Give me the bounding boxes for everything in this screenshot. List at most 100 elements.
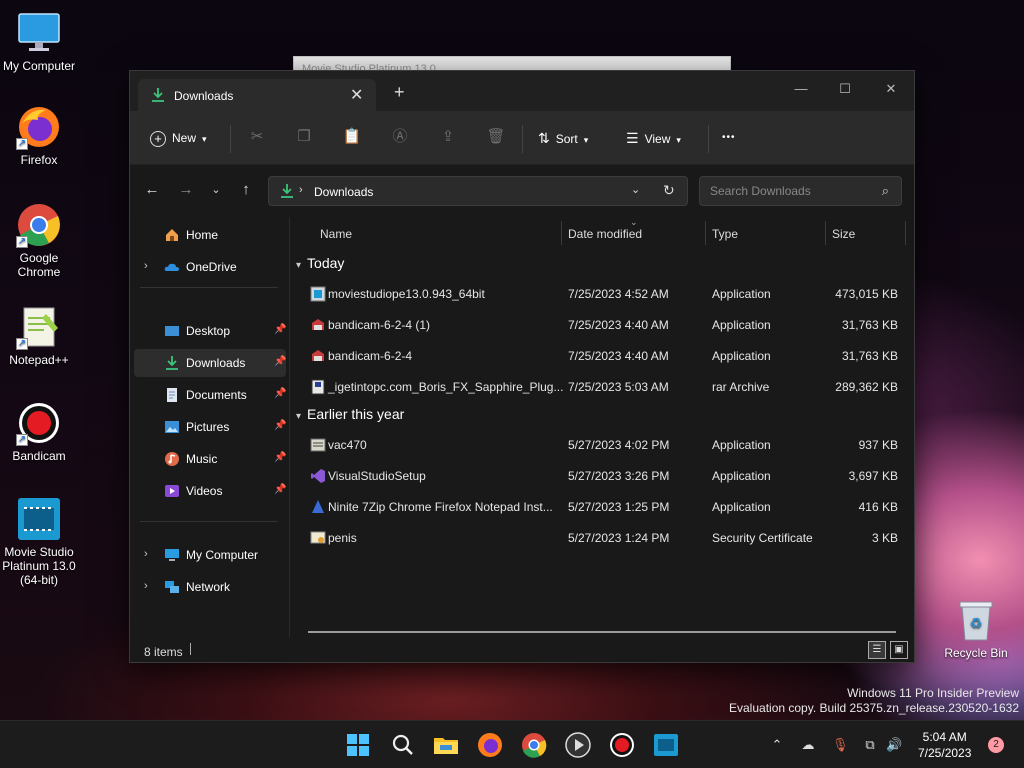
sidebar-item-onedrive[interactable]: › OneDrive — [134, 253, 286, 281]
toolbar-divider — [708, 125, 709, 153]
sidebar-item-home[interactable]: Home — [134, 221, 286, 249]
new-button[interactable]: + New ▾ — [150, 125, 207, 151]
file-row[interactable]: bandicam-6-2-4 7/25/2023 4:40 AM Applica… — [290, 341, 914, 371]
sidebar-item-network[interactable]: › Network — [134, 573, 286, 601]
chevron-right-icon[interactable]: › — [144, 580, 148, 592]
shortcut-arrow-icon: ↗ — [16, 338, 28, 350]
column-divider[interactable] — [825, 221, 826, 245]
desktop-icon-firefox[interactable]: ↗ Firefox — [0, 104, 78, 167]
file-row[interactable]: _igetintopc.com_Boris_FX_Sapphire_Plug..… — [290, 372, 914, 402]
taskbar-movie-studio[interactable] — [652, 731, 680, 759]
search-box[interactable]: Search Downloads ⌕ — [699, 176, 902, 206]
up-arrow-icon[interactable]: ↑ — [236, 180, 256, 200]
sidebar-item-pictures[interactable]: Pictures 📌 — [134, 413, 286, 441]
address-bar[interactable]: › Downloads ⌄ ↻ — [268, 176, 688, 206]
home-icon — [164, 227, 180, 243]
view-list-icon: ☰ — [626, 130, 639, 146]
horizontal-scrollbar[interactable] — [308, 631, 896, 633]
search-button[interactable] — [389, 731, 417, 759]
network-icon[interactable]: ⧉ — [862, 737, 878, 753]
minimize-button[interactable]: — — [786, 78, 816, 100]
recent-locations-chevron-icon[interactable]: ⌄ — [206, 180, 226, 200]
sidebar-item-downloads[interactable]: Downloads 📌 — [134, 349, 286, 377]
status-divider — [190, 643, 191, 655]
taskbar-file-explorer[interactable] — [432, 731, 460, 759]
taskbar-firefox[interactable] — [476, 731, 504, 759]
command-bar: + New ▾ ✂ ❐ 📋 Ⓐ ⇪ 🗑 ⇅ Sort ▾ ☰ View ▾ ••• — [130, 111, 914, 165]
clock[interactable]: 5:04 AM 7/25/2023 — [918, 729, 971, 761]
sidebar-item-music[interactable]: Music 📌 — [134, 445, 286, 473]
taskbar: ⌃ ☁ 🎙 ⧉ 🔊 5:04 AM 7/25/2023 2 — [0, 720, 1024, 768]
chevron-right-icon[interactable]: › — [144, 548, 148, 560]
desktop-icon-my-computer[interactable]: My Computer — [0, 10, 78, 73]
firefox-icon — [478, 733, 502, 757]
delete-icon[interactable]: 🗑 — [485, 126, 507, 148]
title-bar[interactable]: Downloads ✕ + — ☐ ✕ — [130, 71, 914, 111]
desktop-icon-notepadpp[interactable]: ↗ Notepad++ — [0, 304, 78, 367]
column-header-date[interactable]: Date modified — [568, 227, 642, 241]
close-tab-icon[interactable]: ✕ — [350, 85, 363, 105]
close-window-button[interactable]: ✕ — [876, 78, 906, 100]
sidebar-item-documents[interactable]: Documents 📌 — [134, 381, 286, 409]
back-arrow-icon[interactable]: ← — [142, 180, 162, 200]
desktop-icon-chrome[interactable]: ↗ Google Chrome — [0, 202, 78, 279]
sidebar-item-desktop[interactable]: Desktop 📌 — [134, 317, 286, 345]
group-header-earlier[interactable]: ▾ Earlier this year — [296, 406, 404, 422]
sidebar-item-my-computer[interactable]: › My Computer — [134, 541, 286, 569]
sort-button[interactable]: ⇅ Sort ▾ — [538, 125, 588, 151]
file-row[interactable]: bandicam-6-2-4 (1) 7/25/2023 4:40 AM App… — [290, 310, 914, 340]
desktop-icon-label: Movie Studio Platinum 13.0 (64-bit) — [2, 545, 76, 587]
notepad-plus-plus-icon: ↗ — [16, 304, 62, 350]
file-row[interactable]: vac470 5/27/2023 4:02 PM Application 937… — [290, 430, 914, 460]
desktop-icon-recycle-bin[interactable]: ♻ Recycle Bin — [940, 598, 1012, 660]
desktop-icon-movie-studio[interactable]: Movie Studio Platinum 13.0 (64-bit) — [0, 496, 78, 587]
pin-icon: 📌 — [274, 356, 287, 367]
cut-icon[interactable]: ✂ — [246, 126, 268, 148]
sidebar-item-videos[interactable]: Videos 📌 — [134, 477, 286, 505]
taskbar-bandicam[interactable] — [608, 731, 636, 759]
share-icon[interactable]: ⇪ — [437, 126, 459, 148]
file-row[interactable]: VisualStudioSetup 5/27/2023 3:26 PM Appl… — [290, 461, 914, 491]
rename-icon[interactable]: Ⓐ — [389, 126, 411, 148]
movie-studio-icon — [654, 734, 678, 756]
column-divider[interactable] — [561, 221, 562, 245]
group-header-today[interactable]: ▾ Today — [296, 255, 344, 271]
copy-icon[interactable]: ❐ — [293, 126, 315, 148]
refresh-icon[interactable]: ↻ — [663, 182, 675, 199]
maximize-button[interactable]: ☐ — [830, 78, 860, 100]
more-options-button[interactable]: ••• — [722, 125, 736, 151]
onedrive-offline-icon[interactable]: ☁ — [800, 737, 816, 753]
file-row[interactable]: Ninite 7Zip Chrome Firefox Notepad Inst.… — [290, 492, 914, 522]
column-header-name[interactable]: Name — [320, 227, 352, 241]
large-icons-view-icon[interactable]: ▣ — [890, 641, 908, 659]
desktop-icon-bandicam[interactable]: ↗ Bandicam — [0, 400, 78, 463]
details-view-icon[interactable]: ☰ — [868, 641, 886, 659]
paste-icon[interactable]: 📋 — [341, 126, 363, 148]
forward-arrow-icon[interactable]: → — [176, 180, 196, 200]
file-row[interactable]: penis 5/27/2023 1:24 PM Security Certifi… — [290, 523, 914, 553]
chevron-up-icon[interactable]: ⌃ — [769, 737, 785, 753]
file-row[interactable]: moviestudiope13.0.943_64bit 7/25/2023 4:… — [290, 279, 914, 309]
volume-icon[interactable]: 🔊 — [886, 737, 902, 753]
new-tab-button[interactable]: + — [394, 83, 405, 101]
microphone-icon[interactable]: 🎙 — [832, 737, 849, 753]
record-icon — [610, 733, 634, 757]
notification-badge[interactable]: 2 — [988, 737, 1004, 753]
column-divider[interactable] — [905, 221, 906, 245]
column-header-type[interactable]: Type — [712, 227, 738, 241]
address-dropdown-icon[interactable]: ⌄ — [631, 183, 640, 196]
taskbar-media-player[interactable] — [564, 731, 592, 759]
start-button[interactable] — [344, 731, 372, 759]
file-list: Name ⌄ Date modified Type Size ▾ Today mo… — [290, 217, 914, 637]
chevron-right-icon[interactable]: › — [144, 260, 148, 272]
column-divider[interactable] — [705, 221, 706, 245]
folder-icon — [434, 738, 458, 754]
taskbar-chrome[interactable] — [520, 731, 548, 759]
music-icon — [164, 451, 180, 467]
archive-icon — [310, 379, 326, 395]
view-button[interactable]: ☰ View ▾ — [626, 125, 681, 151]
column-header-size[interactable]: Size — [832, 227, 855, 241]
tab-downloads[interactable]: Downloads ✕ — [138, 79, 376, 111]
download-icon — [279, 183, 295, 202]
chevron-down-icon: ▾ — [202, 134, 207, 144]
